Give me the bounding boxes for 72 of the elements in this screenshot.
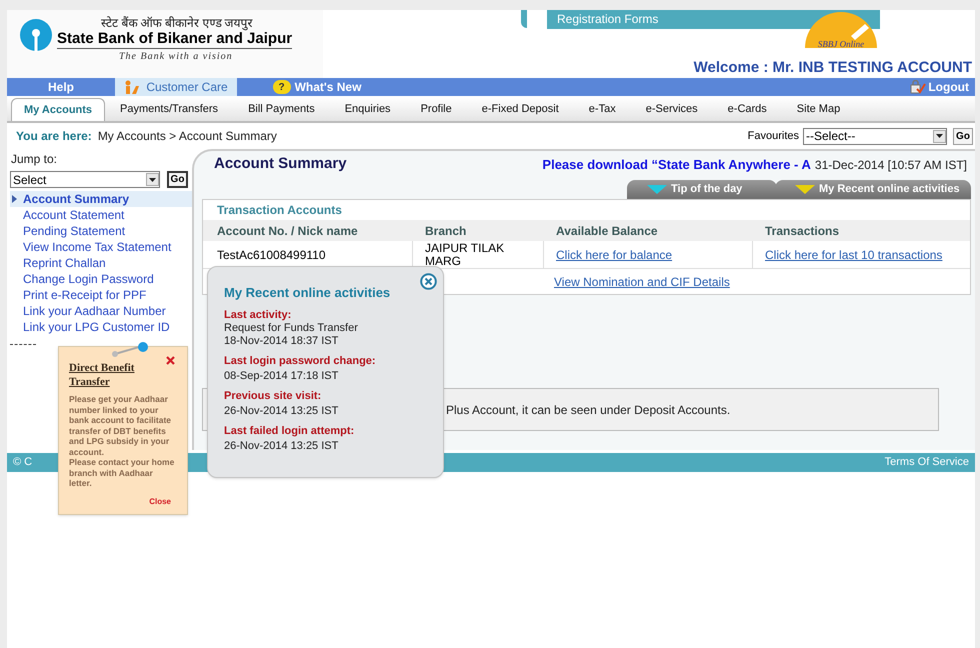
menu-tab[interactable]: Profile	[406, 98, 467, 121]
jump-to-label: Jump to:	[10, 151, 58, 168]
activity-label: Previous site visit:	[224, 388, 322, 402]
sidebar-link[interactable]: View Income Tax Statement	[10, 239, 192, 255]
nomination-link[interactable]: View Nomination and CIF Details	[554, 272, 730, 290]
close-link[interactable]: Close	[149, 496, 171, 508]
menu-tab[interactable]: e-Tax	[574, 98, 631, 121]
breadcrumb-path: My Accounts > Account Summary	[98, 128, 277, 145]
menu-tab[interactable]: e-Fixed Deposit	[466, 98, 574, 121]
sidebar-link[interactable]: Reprint Challan	[10, 255, 192, 271]
sidebar-link[interactable]: Print e-Receipt for PPF	[10, 287, 192, 303]
panel-tab[interactable]: Tip of the day	[627, 180, 777, 199]
logout-link[interactable]: Logout	[910, 78, 975, 96]
menu-tab[interactable]: Enquiries	[330, 98, 406, 121]
jump-select[interactable]: Select	[10, 171, 160, 188]
balance-link[interactable]: Click here for balance	[556, 246, 672, 264]
top-link[interactable]: Customer Care	[115, 78, 237, 96]
sidebar-link[interactable]: Link your LPG Customer ID	[10, 319, 192, 335]
menu-tab[interactable]: e-Services	[630, 98, 713, 121]
close-icon[interactable]	[166, 356, 175, 365]
sidebar-link[interactable]: Account Statement	[10, 207, 192, 223]
column-header: Available Balance	[555, 222, 659, 240]
bank-logo-icon	[19, 18, 53, 52]
dbt-message: Please contact your home branch with Aadhaar letter.	[69, 457, 176, 488]
tab-edge	[521, 10, 527, 28]
dbt-title: Direct Benefit Transfer	[69, 361, 136, 389]
lock-icon	[910, 80, 926, 94]
info-note: Plus Account, it can be seen under Deposit Accounts.	[446, 402, 730, 418]
breadcrumb-label: You are here:	[16, 128, 92, 145]
activity-value: 26-Nov-2014 13:25 IST	[224, 404, 340, 418]
pin-icon	[111, 341, 151, 357]
welcome-text: Welcome : Mr. INB TESTING ACCOUNT	[694, 59, 972, 76]
activity-label: Last failed login attempt:	[224, 424, 356, 438]
activity-value: 08-Sep-2014 17:18 IST	[224, 370, 340, 382]
go-button[interactable]: Go	[167, 171, 188, 188]
column-header: Branch	[424, 222, 468, 240]
top-link[interactable]: Help	[7, 78, 115, 96]
menu-tab[interactable]: Bill Payments	[233, 98, 330, 121]
column-header: Account No. / Nick name	[216, 222, 359, 240]
menu-tab[interactable]: Payments/Transfers	[105, 98, 234, 121]
sidebar-link[interactable]: Link your Aadhaar Number	[10, 303, 192, 319]
column-header: Transactions	[764, 222, 840, 240]
bank-name-hindi: स्टेट बैंक ऑफ बीकानेर एण्ड जयपुर	[100, 16, 254, 30]
dbt-message: Please get your Aadhaar number linked to your bank account to facilitate transfer of DBT benefits and LPG subsidy in your account.	[69, 394, 172, 457]
date-time: 31-Dec-2014 [10:57 AM IST]	[814, 156, 967, 174]
section-title: Transaction Accounts	[216, 202, 343, 219]
popup-title: My Recent online activities	[224, 284, 392, 302]
bank-tagline: The Bank with a vision	[118, 50, 234, 64]
page-title: Account Summary	[214, 154, 347, 174]
activity-value: Request for Funds Transfer	[224, 322, 359, 334]
panel-tab[interactable]: My Recent online activities	[775, 180, 971, 199]
download-banner[interactable]: Please download “State Bank Anywhere - A	[542, 154, 811, 174]
go-button[interactable]: Go	[953, 128, 973, 144]
transactions-link[interactable]: Click here for last 10 transactions	[765, 246, 942, 264]
activity-label: Last login password change:	[224, 354, 377, 368]
close-icon[interactable]	[420, 273, 437, 290]
menu-tab[interactable]: Site Map	[782, 98, 856, 121]
online-logo-text: SBBJ Online	[818, 38, 864, 51]
activity-label: Last activity:	[224, 308, 292, 322]
favourites-select[interactable]: --Select--	[803, 128, 947, 144]
sidebar-link[interactable]: Change Login Password	[10, 271, 192, 287]
favourites-label: Favourites	[748, 128, 799, 144]
menu-tab[interactable]: e-Cards	[712, 98, 782, 121]
top-link[interactable]: ? What's New	[237, 78, 397, 96]
sidebar-link[interactable]: Account Summary	[10, 191, 192, 207]
activity-value: 26-Nov-2014 13:25 IST	[224, 440, 340, 452]
activity-value: 18-Nov-2014 18:37 IST	[224, 334, 340, 348]
bank-name: State Bank of Bikaner and Jaipur	[57, 30, 292, 49]
menu-tab[interactable]: My Accounts	[11, 98, 106, 121]
copyright-text: © C	[13, 455, 32, 470]
question-icon: ?	[272, 80, 291, 94]
sidebar-link[interactable]: Pending Statement	[10, 223, 192, 239]
